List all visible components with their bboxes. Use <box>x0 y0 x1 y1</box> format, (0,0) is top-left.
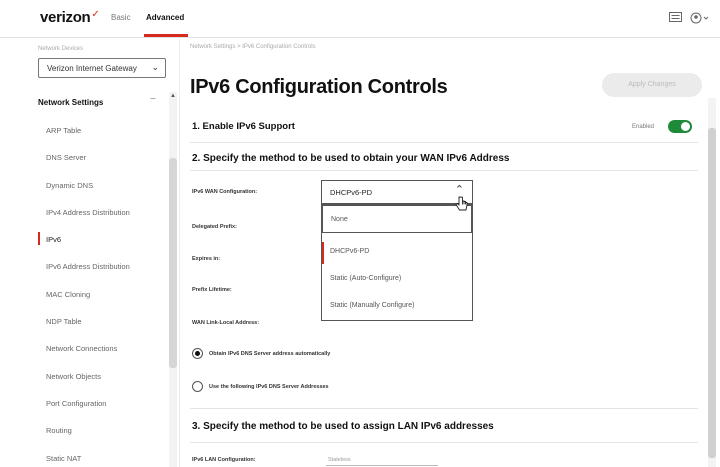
divider <box>190 408 698 409</box>
sidebar-item-arp-table[interactable]: ARP Table <box>0 120 168 147</box>
sidebar: Network Devices Verizon Internet Gateway… <box>0 38 180 467</box>
chevron-up-icon: ⌃ <box>454 184 464 196</box>
sidebar-item-ipv6-address-distribution[interactable]: IPv6 Address Distribution <box>0 256 168 283</box>
wan-config-value: DHCPv6-PD <box>330 188 373 197</box>
top-bar: verizon✓ Basic Advanced <box>0 0 720 38</box>
sidebar-item-ndp-table[interactable]: NDP Table <box>0 311 168 338</box>
wan-link-local-label: WAN Link-Local Address: <box>192 320 260 326</box>
sidebar-item-ipv4-address-distribution[interactable]: IPv4 Address Distribution <box>0 202 168 229</box>
sidebar-item-network-connections[interactable]: Network Connections <box>0 338 168 365</box>
dropdown-option-static-auto[interactable]: Static (Auto-Configure) <box>322 265 472 293</box>
sidebar-item-routing[interactable]: Routing <box>0 420 168 447</box>
account-icon[interactable] <box>690 12 710 27</box>
chevron-down-icon: ⌄ <box>151 62 159 72</box>
gateway-caption: Network Devices <box>38 46 84 52</box>
sidebar-item-dns-server[interactable]: DNS Server <box>0 147 168 174</box>
hand-cursor-icon <box>455 196 469 212</box>
dns-manual-radio[interactable] <box>192 381 203 392</box>
divider <box>190 142 698 143</box>
dns-auto-label: Obtain IPv6 DNS Server address automatic… <box>209 351 331 357</box>
divider <box>190 170 698 171</box>
dropdown-option-static-manual[interactable]: Static (Manually Configure) <box>322 292 472 320</box>
message-icon[interactable] <box>669 12 682 27</box>
dns-auto-radio[interactable] <box>192 348 203 359</box>
wan-config-select[interactable]: DHCPv6-PD ⌃ <box>321 180 473 204</box>
sidebar-section-title[interactable]: Network Settings <box>38 98 103 107</box>
gateway-select[interactable]: Verizon Internet Gateway ⌄ <box>38 58 166 78</box>
wan-config-label: IPv6 WAN Configuration: <box>192 189 258 195</box>
expires-label: Expires in: <box>192 256 221 262</box>
sidebar-item-mac-cloning[interactable]: MAC Cloning <box>0 284 168 311</box>
sidebar-scrollbar-thumb[interactable] <box>169 158 177 368</box>
nav-basic-tab[interactable]: Basic <box>111 13 131 22</box>
brand-name: verizon <box>40 9 91 26</box>
page-title: IPv6 Configuration Controls <box>190 76 448 98</box>
lan-config-label: IPv6 LAN Configuration: <box>192 457 256 463</box>
main-scrollbar-thumb[interactable] <box>708 128 716 458</box>
section-lan-method: 3. Specify the method to be used to assi… <box>192 421 494 432</box>
collapse-icon[interactable]: − <box>150 94 156 105</box>
sidebar-menu: ARP Table DNS Server Dynamic DNS IPv4 Ad… <box>0 120 168 467</box>
dropdown-option-none[interactable]: None <box>322 205 472 233</box>
toggle-knob <box>681 122 690 131</box>
toggle-status-label: Enabled <box>632 124 655 130</box>
prefix-lifetime-label: Prefix Lifetime: <box>192 287 232 293</box>
wan-config-dropdown: None DHCPv6-PD Static (Auto-Configure) S… <box>321 204 473 321</box>
enable-ipv6-toggle[interactable] <box>668 120 692 133</box>
brand-check-mark: ✓ <box>91 9 100 20</box>
sidebar-item-ipv6[interactable]: IPv6 <box>0 229 168 256</box>
dns-manual-label: Use the following IPv6 DNS Server Addres… <box>209 384 329 390</box>
lan-config-select[interactable]: Stateless <box>328 457 351 463</box>
verizon-logo[interactable]: verizon✓ <box>40 9 100 26</box>
scroll-up-arrow-icon[interactable]: ▲ <box>170 93 176 99</box>
sidebar-item-port-configuration[interactable]: Port Configuration <box>0 393 168 420</box>
gateway-select-value: Verizon Internet Gateway <box>47 64 137 73</box>
sidebar-item-dynamic-dns[interactable]: Dynamic DNS <box>0 175 168 202</box>
apply-changes-button[interactable]: Apply Changes <box>602 73 702 97</box>
sidebar-item-static-nat[interactable]: Static NAT <box>0 448 168 467</box>
breadcrumb[interactable]: Network Settings > IPv6 Configuration Co… <box>190 44 316 50</box>
nav-advanced-tab[interactable]: Advanced <box>146 13 184 22</box>
dropdown-option-dhcpv6-pd[interactable]: DHCPv6-PD <box>322 238 472 266</box>
sidebar-item-network-objects[interactable]: Network Objects <box>0 366 168 393</box>
section-wan-method: 2. Specify the method to be used to obta… <box>192 153 510 164</box>
divider <box>190 442 698 443</box>
section-enable-ipv6: 1. Enable IPv6 Support <box>192 121 295 132</box>
delegated-prefix-label: Delegated Prefix: <box>192 224 237 230</box>
lan-config-underline <box>326 465 438 466</box>
active-tab-indicator <box>144 34 188 37</box>
